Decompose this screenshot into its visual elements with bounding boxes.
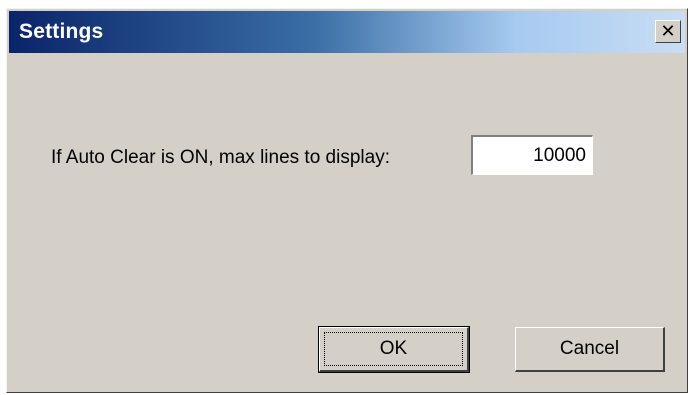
ok-button[interactable]: OK xyxy=(318,326,470,373)
close-button[interactable]: ✕ xyxy=(655,20,681,43)
window-title: Settings xyxy=(19,20,104,43)
cancel-button-label: Cancel xyxy=(559,338,620,359)
ok-button-label: OK xyxy=(379,338,408,359)
max-lines-label: If Auto Clear is ON, max lines to displa… xyxy=(51,147,390,168)
close-icon: ✕ xyxy=(660,20,676,42)
title-bar[interactable]: Settings ✕ xyxy=(9,11,685,53)
max-lines-input[interactable] xyxy=(471,135,593,175)
settings-dialog: Settings ✕ If Auto Clear is ON, max line… xyxy=(6,8,688,393)
cancel-button[interactable]: Cancel xyxy=(515,327,665,372)
